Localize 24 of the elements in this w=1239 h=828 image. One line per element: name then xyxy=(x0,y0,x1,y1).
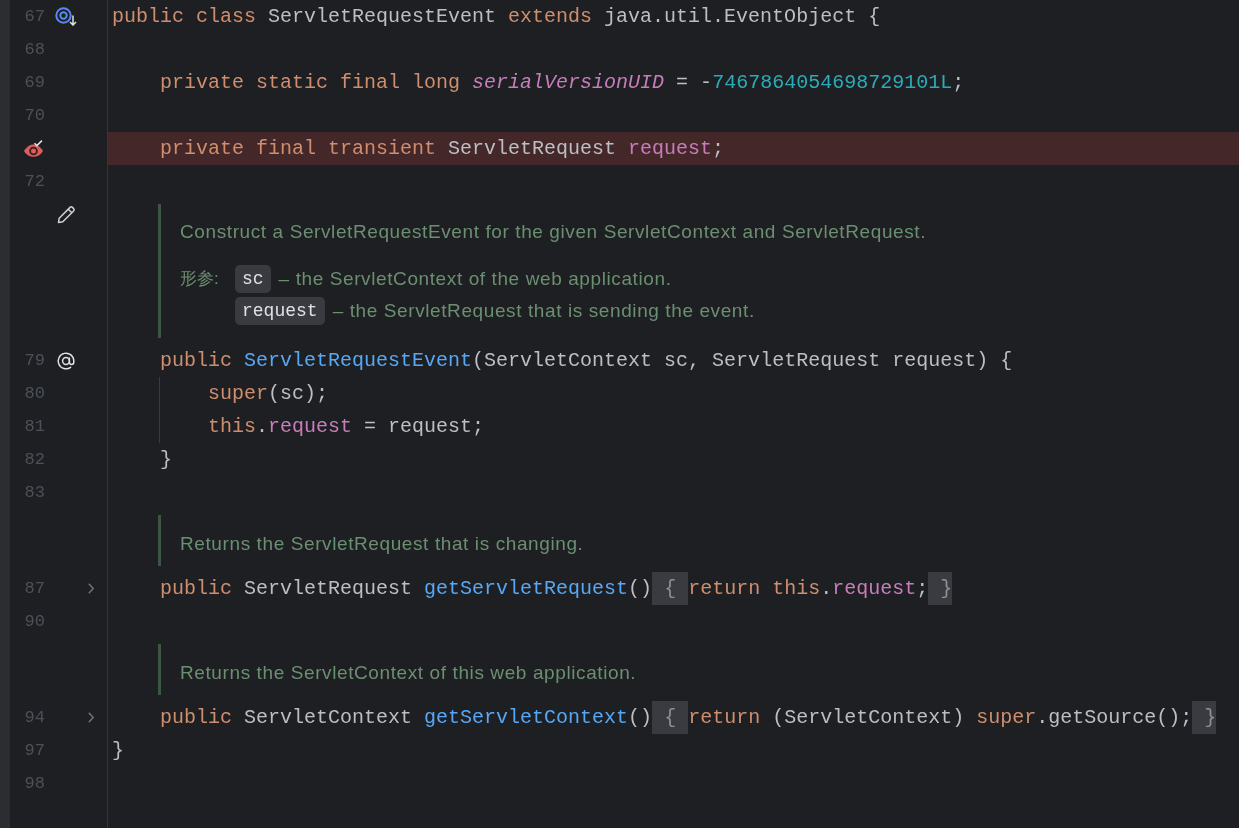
chevron-right-icon[interactable] xyxy=(88,583,94,594)
code-line: private static final long serialVersionUID = -7467864054698729101L; xyxy=(160,70,965,96)
eye-check-icon[interactable] xyxy=(23,140,45,157)
param-name: request xyxy=(235,297,325,325)
code-line: public ServletRequest getServletRequest() { return this.request; } xyxy=(160,572,953,605)
at-sign-icon[interactable] xyxy=(56,350,76,371)
pencil-icon[interactable] xyxy=(56,205,76,224)
code-line: public ServletRequestEvent(ServletContext sc, ServletRequest request) { xyxy=(160,348,1013,374)
param-description: – the ServletContext of the web application. xyxy=(278,267,672,291)
params-label: 形参: xyxy=(180,268,219,291)
doc-text: Construct a ServletRequestEvent for the given ServletContext and ServletRequest. xyxy=(180,220,927,244)
code-line: public ServletContext getServletContext() { return (ServletContext) super.getSource(); } xyxy=(160,701,1217,734)
param-name: sc xyxy=(235,265,271,293)
code-line: } xyxy=(160,447,173,473)
doc-text: Returns the ServletContext of this web application. xyxy=(180,661,637,685)
code-line: this.request = request; xyxy=(208,414,485,440)
param-description: – the ServletRequest that is sending the event. xyxy=(332,299,755,323)
code-line: private final transient ServletRequest request; xyxy=(160,136,725,162)
code-line: public class ServletRequestEvent extends java.util.EventObject { xyxy=(112,4,881,30)
code-line: } xyxy=(112,738,124,764)
doc-text: Returns the ServletRequest that is changing. xyxy=(180,532,584,556)
ring-arrow-icon[interactable] xyxy=(55,7,77,26)
chevron-right-icon[interactable] xyxy=(88,712,94,723)
code-line: super(sc); xyxy=(208,381,329,407)
